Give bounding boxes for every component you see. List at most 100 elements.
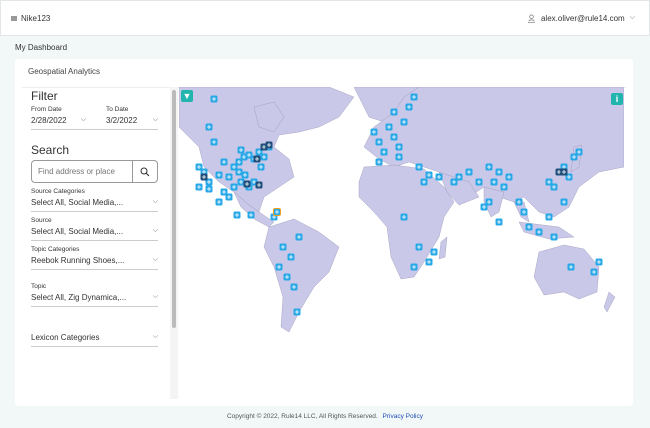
twitter-marker[interactable]: [370, 128, 378, 136]
twitter-marker[interactable]: [545, 213, 553, 221]
twitter-marker[interactable]: [243, 180, 251, 188]
twitter-marker[interactable]: [430, 248, 438, 256]
twitter-marker[interactable]: [265, 141, 273, 149]
twitter-marker[interactable]: [233, 211, 241, 219]
twitter-marker[interactable]: [390, 108, 398, 116]
twitter-marker[interactable]: [215, 171, 223, 179]
twitter-marker[interactable]: [395, 143, 403, 151]
twitter-marker[interactable]: [273, 208, 281, 216]
twitter-marker[interactable]: [410, 263, 418, 271]
twitter-marker[interactable]: [290, 283, 298, 291]
select-2[interactable]: Topic Categories Reebok Running Shoes,...…: [31, 241, 158, 270]
twitter-marker[interactable]: [205, 185, 213, 193]
select-1[interactable]: Source Select All, Social Media,... ⌵: [31, 212, 158, 241]
twitter-marker[interactable]: [595, 258, 603, 266]
twitter-marker[interactable]: [480, 203, 488, 211]
twitter-marker[interactable]: [375, 138, 383, 146]
chevron-down-icon[interactable]: ⌵: [630, 14, 635, 22]
twitter-marker[interactable]: [495, 218, 503, 226]
twitter-marker[interactable]: [295, 233, 303, 241]
twitter-marker[interactable]: [590, 268, 598, 276]
twitter-marker[interactable]: [525, 223, 533, 231]
select-0[interactable]: Source Categories Select All, Social Medi…: [31, 183, 158, 212]
search-input[interactable]: [32, 161, 132, 182]
twitter-marker[interactable]: [490, 178, 498, 186]
twitter-marker[interactable]: [205, 123, 213, 131]
chevron-down-icon[interactable]: ⌵: [153, 333, 158, 342]
search-button[interactable]: [132, 161, 157, 182]
twitter-marker[interactable]: [279, 243, 287, 251]
twitter-marker[interactable]: [415, 163, 423, 171]
twitter-marker[interactable]: [465, 168, 473, 176]
twitter-marker[interactable]: [235, 168, 243, 176]
twitter-marker[interactable]: [520, 208, 528, 216]
twitter-marker[interactable]: [210, 138, 218, 146]
twitter-marker[interactable]: [485, 163, 493, 171]
twitter-marker[interactable]: [415, 243, 423, 251]
chevron-down-icon[interactable]: ⌵: [153, 256, 158, 265]
twitter-marker[interactable]: [475, 178, 483, 186]
twitter-marker[interactable]: [380, 148, 388, 156]
twitter-marker[interactable]: [375, 158, 383, 166]
select-4[interactable]: Lexicon Categories ⌵: [31, 325, 158, 347]
twitter-marker[interactable]: [283, 273, 291, 281]
twitter-marker[interactable]: [275, 263, 283, 271]
chevron-down-icon[interactable]: ⌵: [153, 227, 158, 236]
twitter-marker[interactable]: [575, 148, 583, 156]
twitter-marker[interactable]: [435, 173, 443, 181]
twitter-marker[interactable]: [455, 173, 463, 181]
twitter-marker[interactable]: [420, 178, 428, 186]
twitter-marker[interactable]: [257, 163, 265, 171]
chevron-down-icon[interactable]: ⌵: [81, 116, 86, 125]
scrollbar-thumb[interactable]: [172, 90, 176, 328]
menu-icon[interactable]: [11, 15, 17, 21]
twitter-marker[interactable]: [425, 171, 433, 179]
twitter-marker[interactable]: [293, 308, 301, 316]
chevron-down-icon[interactable]: ⌵: [153, 198, 158, 207]
twitter-marker[interactable]: [220, 158, 228, 166]
twitter-marker[interactable]: [195, 183, 203, 191]
twitter-marker[interactable]: [425, 258, 433, 266]
twitter-marker[interactable]: [500, 183, 508, 191]
from-date-picker[interactable]: From Date 2/28/2022 ⌵: [31, 106, 86, 125]
twitter-marker[interactable]: [495, 168, 503, 176]
to-date-picker[interactable]: To Date 3/2/2022 ⌵: [106, 106, 158, 125]
twitter-marker[interactable]: [400, 213, 408, 221]
twitter-marker[interactable]: [220, 188, 228, 196]
twitter-marker[interactable]: [237, 178, 245, 186]
twitter-marker[interactable]: [505, 173, 513, 181]
twitter-marker[interactable]: [215, 198, 223, 206]
twitter-marker[interactable]: [550, 233, 558, 241]
twitter-marker[interactable]: [400, 118, 408, 126]
twitter-marker[interactable]: [230, 183, 238, 191]
filter-icon[interactable]: ▼: [181, 90, 193, 102]
twitter-marker[interactable]: [390, 133, 398, 141]
twitter-marker[interactable]: [560, 168, 568, 176]
privacy-policy-link[interactable]: Privacy Policy: [383, 413, 423, 420]
user-menu[interactable]: alex.oliver@rule14.com ⌵: [527, 14, 635, 23]
twitter-marker[interactable]: [395, 153, 403, 161]
chevron-down-icon[interactable]: ⌵: [153, 293, 158, 302]
twitter-marker[interactable]: [535, 228, 543, 236]
twitter-marker[interactable]: [385, 123, 393, 131]
select-3[interactable]: Topic Select All, Zig Dynamica,... ⌵: [31, 278, 158, 307]
map-canvas[interactable]: [179, 87, 624, 399]
twitter-marker[interactable]: [405, 103, 413, 111]
twitter-marker[interactable]: [237, 146, 245, 154]
chevron-down-icon[interactable]: ⌵: [153, 116, 158, 125]
world-map[interactable]: ▼ i: [179, 87, 624, 399]
brand[interactable]: Nike123: [11, 14, 50, 23]
twitter-marker[interactable]: [287, 253, 295, 261]
twitter-marker[interactable]: [560, 198, 568, 206]
twitter-marker[interactable]: [255, 181, 263, 189]
twitter-marker[interactable]: [410, 93, 418, 101]
twitter-marker[interactable]: [210, 95, 218, 103]
twitter-marker[interactable]: [260, 153, 268, 161]
twitter-marker[interactable]: [545, 178, 553, 186]
twitter-marker[interactable]: [225, 173, 233, 181]
twitter-marker[interactable]: [515, 198, 523, 206]
twitter-marker[interactable]: [567, 263, 575, 271]
twitter-marker[interactable]: [200, 173, 208, 181]
twitter-marker[interactable]: [247, 211, 255, 219]
info-icon[interactable]: i: [611, 93, 623, 105]
